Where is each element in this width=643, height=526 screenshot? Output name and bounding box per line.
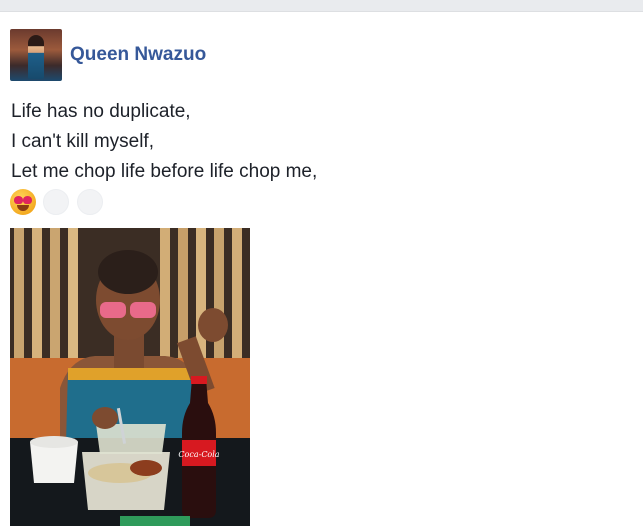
heart-eyes-emoji-icon [10, 189, 36, 215]
post-text: Life has no duplicate, I can't kill myse… [11, 97, 317, 187]
glasses-right-lens [130, 302, 156, 318]
heart-eye-left [14, 196, 23, 204]
raised-fist [198, 308, 228, 342]
blank-emoji-icon [43, 189, 70, 215]
heart-eye-right [23, 196, 32, 204]
blank-emoji-icon [76, 189, 103, 215]
person-hair [98, 250, 158, 294]
post-text-line: Life has no duplicate, [11, 101, 191, 122]
glasses-left-lens [100, 302, 126, 318]
post-card: Queen Nwazuo Life has no duplicate, I ca… [0, 11, 643, 526]
avatar-figure [28, 35, 44, 79]
photo-illustration: Coca-Cola [10, 228, 250, 526]
author-avatar[interactable] [10, 29, 62, 81]
post-photo[interactable]: Coca-Cola [10, 228, 250, 526]
emoji-row [10, 189, 106, 217]
bottle-label-text: Coca-Cola [178, 450, 219, 459]
dress-pattern-band [68, 368, 192, 380]
white-cup-rim [30, 436, 78, 448]
hand [92, 407, 118, 429]
post-text-line: I can't kill myself, [11, 131, 154, 152]
bottle-cap [191, 376, 207, 384]
white-cup [30, 442, 78, 483]
post-text-line: Let me chop life before life chop me, [11, 161, 318, 182]
emoji-mouth [17, 205, 29, 211]
meat [130, 460, 162, 476]
author-name-link[interactable]: Queen Nwazuo [70, 44, 206, 66]
